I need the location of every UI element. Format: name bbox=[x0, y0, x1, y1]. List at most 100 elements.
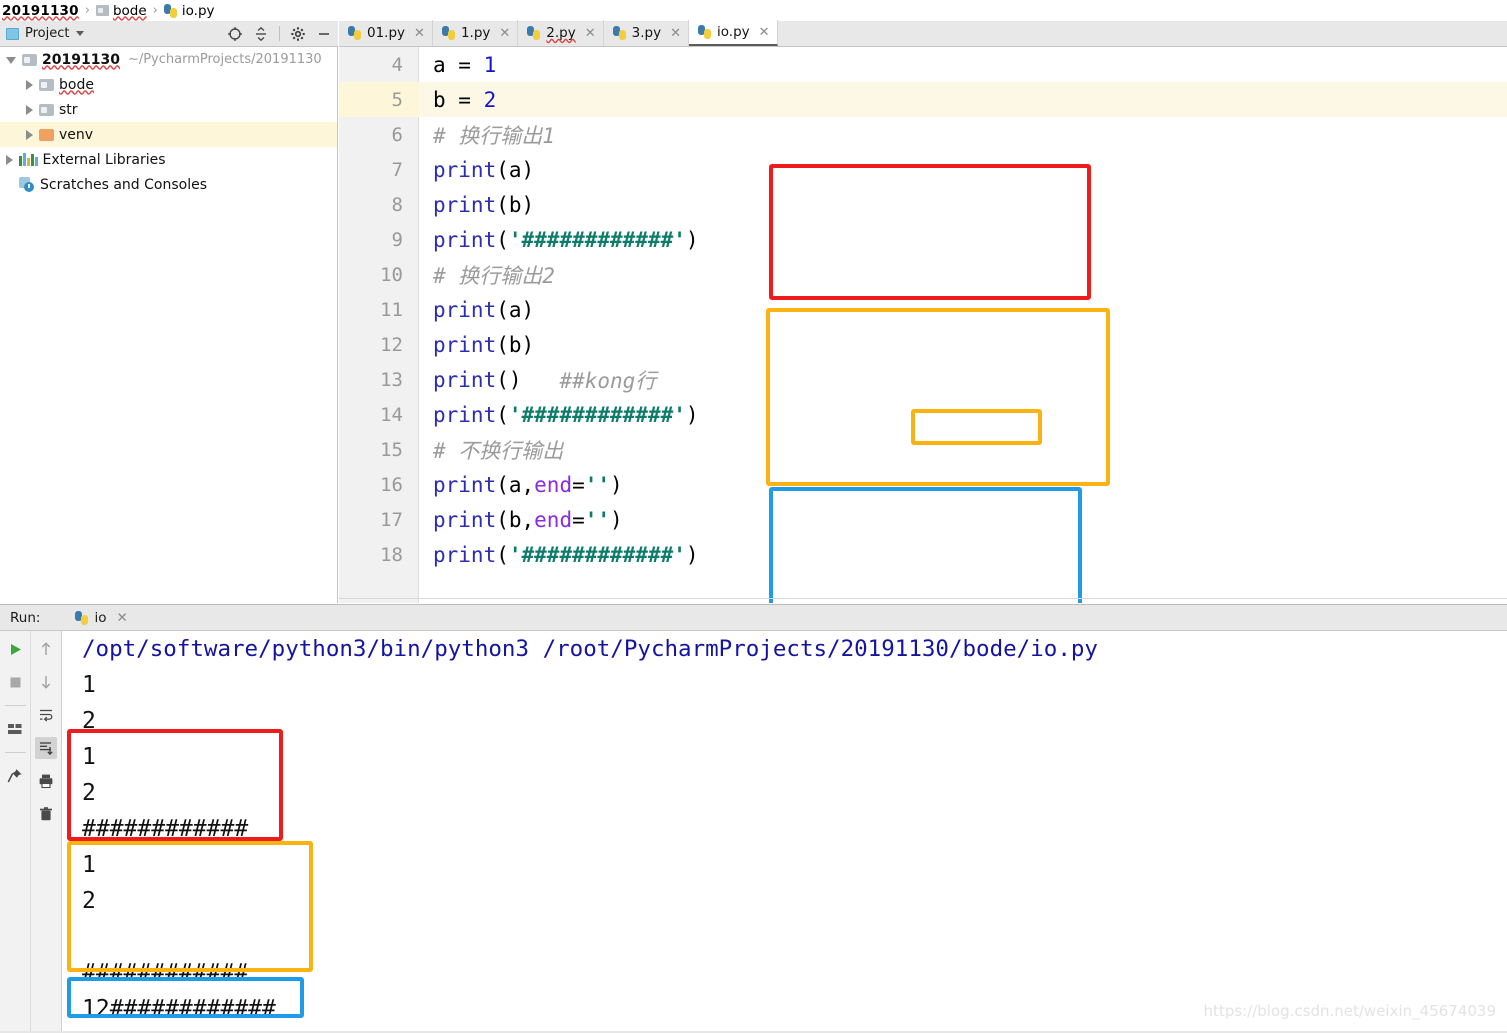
close-icon[interactable]: ✕ bbox=[414, 26, 425, 41]
restore-layout-icon[interactable] bbox=[4, 718, 26, 740]
folder-icon bbox=[39, 78, 54, 91]
tree-item-label: 20191130 bbox=[42, 51, 120, 68]
code-line[interactable]: 5 b = 2 bbox=[339, 82, 1507, 117]
code-line[interactable]: 4 a = 1 bbox=[339, 47, 1507, 82]
code-text: print (a) bbox=[433, 152, 534, 187]
code-line[interactable]: 8 print (b) bbox=[339, 187, 1507, 222]
code-token-num: 2 bbox=[483, 87, 497, 112]
code-line[interactable]: 16 print (a, end = '') bbox=[339, 467, 1507, 502]
run-label: Run: bbox=[10, 609, 41, 626]
code-line[interactable]: 14 print('############') bbox=[339, 397, 1507, 432]
code-line[interactable]: 7 print (a) bbox=[339, 152, 1507, 187]
code-text: print('############') bbox=[433, 222, 699, 257]
close-icon[interactable]: ✕ bbox=[116, 610, 127, 626]
run-tab-io[interactable]: io ✕ bbox=[75, 610, 128, 626]
settings-gear-icon[interactable] bbox=[290, 26, 306, 42]
editor-tab-3-py[interactable]: 3.py ✕ bbox=[604, 20, 690, 46]
code-editor[interactable]: 4a = 15b = 2 6 # 换行输出1 7 print (a) 8 print (b) 9 p… bbox=[339, 47, 1507, 603]
tree-item-external-libraries[interactable]: External Libraries bbox=[0, 147, 337, 172]
close-icon[interactable]: ✕ bbox=[670, 26, 681, 41]
line-number: 7 bbox=[391, 158, 403, 181]
python-file-icon bbox=[75, 610, 89, 625]
folder-icon bbox=[22, 53, 37, 66]
project-window-icon bbox=[6, 27, 19, 40]
line-number: 6 bbox=[391, 123, 403, 146]
code-lines: 4a = 15b = 2 6 # 换行输出1 7 print (a) 8 print (b) 9 p… bbox=[339, 47, 1507, 572]
editor-tab-io-py[interactable]: io.py ✕ bbox=[689, 20, 778, 46]
tree-item-20191130[interactable]: 20191130 ~/PycharmProjects/20191130 bbox=[0, 47, 337, 72]
tree-item-scratches-and-consoles[interactable]: Scratches and Consoles bbox=[0, 172, 337, 197]
clear-all-icon[interactable] bbox=[35, 803, 57, 825]
line-number: 17 bbox=[380, 508, 403, 531]
code-line[interactable]: 6 # 换行输出1 bbox=[339, 117, 1507, 152]
tree-item-str[interactable]: str bbox=[0, 97, 337, 122]
tree-item-bode[interactable]: bode bbox=[0, 72, 337, 97]
hide-window-icon[interactable] bbox=[316, 26, 332, 42]
run-panel-header: Run: io ✕ bbox=[0, 604, 1507, 631]
code-token-fn: print bbox=[433, 332, 497, 357]
code-line[interactable]: 12 print (b) bbox=[339, 327, 1507, 362]
rerun-icon[interactable] bbox=[4, 638, 26, 660]
code-token-num: 1 bbox=[483, 52, 497, 77]
code-line[interactable]: 18 print('############') bbox=[339, 537, 1507, 572]
collapse-all-icon[interactable] bbox=[253, 26, 269, 42]
code-token-kwarg: end bbox=[534, 507, 573, 532]
breadcrumb-folder[interactable]: bode bbox=[95, 2, 147, 19]
pin-tab-icon[interactable] bbox=[4, 765, 26, 787]
python-file-icon bbox=[612, 26, 627, 40]
close-icon[interactable]: ✕ bbox=[499, 26, 510, 41]
breadcrumb-folder-label: bode bbox=[112, 2, 147, 19]
expand-arrow-icon[interactable] bbox=[6, 57, 16, 64]
line-number: 4 bbox=[391, 53, 403, 76]
tree-item-venv[interactable]: venv bbox=[0, 122, 337, 147]
up-arrow-icon[interactable] bbox=[35, 638, 57, 660]
python-file-icon bbox=[163, 3, 178, 18]
close-icon[interactable]: ✕ bbox=[759, 25, 770, 40]
folder-icon bbox=[95, 5, 109, 16]
toolbar-divider bbox=[279, 26, 280, 41]
run-toolbar[interactable] bbox=[0, 631, 62, 1033]
scroll-to-end-icon[interactable] bbox=[35, 737, 58, 759]
breadcrumb-separator-2: › bbox=[152, 3, 158, 18]
stop-icon[interactable] bbox=[4, 671, 26, 693]
expand-arrow-icon[interactable] bbox=[26, 129, 33, 140]
console-line: 1 bbox=[82, 852, 96, 878]
editor-bottom-divider bbox=[339, 598, 1507, 599]
close-icon[interactable]: ✕ bbox=[585, 26, 596, 41]
run-console-output[interactable]: /opt/software/python3/bin/python3 /root/… bbox=[63, 631, 1507, 1033]
editor-tab-1-py[interactable]: 1.py ✕ bbox=[433, 20, 519, 46]
code-line[interactable]: 15 # 不换行输出 bbox=[339, 432, 1507, 467]
expand-arrow-icon[interactable] bbox=[6, 154, 13, 165]
code-line[interactable]: 17 print (b, end = '') bbox=[339, 502, 1507, 537]
line-number: 14 bbox=[380, 403, 403, 426]
console-line: 2 bbox=[82, 888, 96, 914]
tree-item-label: bode bbox=[59, 76, 94, 93]
breadcrumb-project[interactable]: 20191130 bbox=[2, 3, 79, 19]
run-toolbar-right-column bbox=[30, 631, 61, 1033]
code-token-plain: ( bbox=[496, 542, 509, 567]
editor-tab-01-py[interactable]: 01.py ✕ bbox=[339, 20, 433, 46]
code-line[interactable]: 10 # 换行输出2 bbox=[339, 257, 1507, 292]
code-token-plain: = bbox=[572, 472, 585, 497]
editor-tab-label: io.py bbox=[717, 24, 750, 40]
folder-orange-icon bbox=[39, 128, 54, 141]
editor-tab-2-py[interactable]: 2.py ✕ bbox=[518, 20, 604, 46]
console-line: /opt/software/python3/bin/python3 /root/… bbox=[82, 636, 1098, 662]
code-line[interactable]: 11 print (a) bbox=[339, 292, 1507, 327]
soft-wrap-icon[interactable] bbox=[35, 704, 57, 726]
chevron-down-icon[interactable] bbox=[76, 31, 85, 36]
expand-arrow-icon[interactable] bbox=[26, 79, 33, 90]
code-token-plain: (a) bbox=[496, 297, 535, 322]
python-file-icon bbox=[698, 25, 712, 39]
code-text: print (a) bbox=[433, 292, 534, 327]
breadcrumb-file[interactable]: io.py bbox=[163, 3, 215, 19]
project-tree[interactable]: 20191130 ~/PycharmProjects/20191130 bode st… bbox=[0, 47, 338, 603]
code-token-plain: ) bbox=[685, 542, 699, 567]
print-icon[interactable] bbox=[35, 770, 57, 792]
code-line[interactable]: 13 print() ##kong行 bbox=[339, 362, 1507, 397]
code-line[interactable]: 9 print('############') bbox=[339, 222, 1507, 257]
editor-tab-label: 2.py bbox=[546, 25, 576, 41]
down-arrow-icon[interactable] bbox=[35, 671, 57, 693]
locate-icon[interactable] bbox=[227, 26, 243, 42]
expand-arrow-icon[interactable] bbox=[26, 104, 33, 115]
